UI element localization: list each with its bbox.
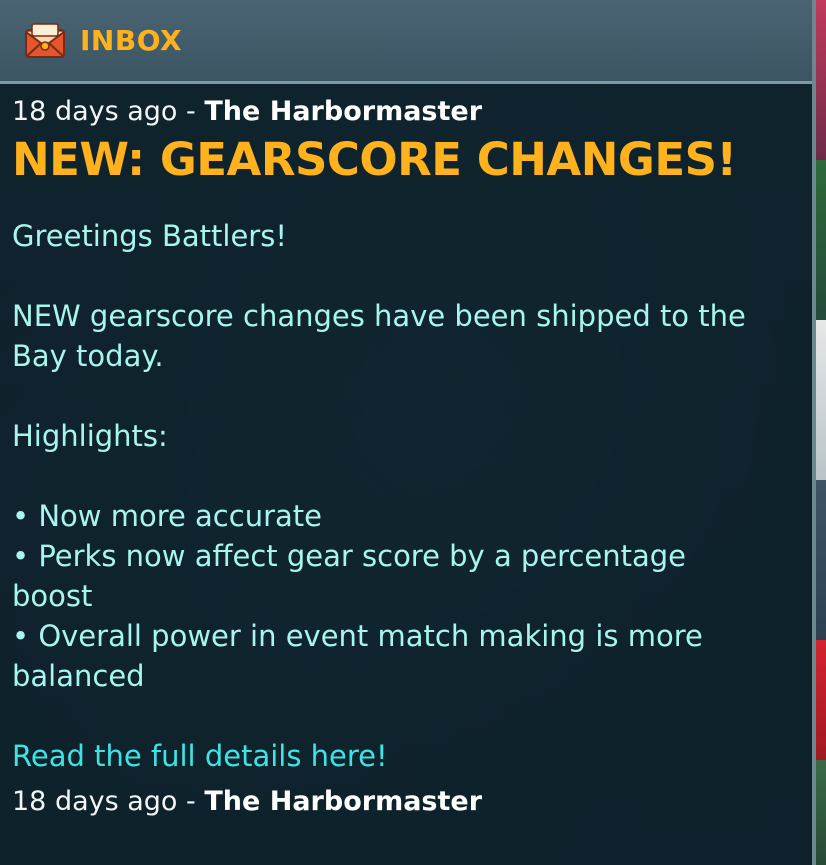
- message-headline: NEW: GEARSCORE CHANGES!: [12, 133, 737, 186]
- message-time: 18 days ago: [12, 786, 178, 817]
- bullet-line: • Overall power in event match making is…: [12, 619, 703, 653]
- meta-separator: -: [177, 786, 205, 817]
- bullet-line: • Perks now affect gear score by a perce…: [12, 539, 687, 573]
- envelope-icon: [24, 22, 66, 60]
- meta-separator: -: [177, 96, 205, 127]
- message-time: 18 days ago: [12, 96, 178, 127]
- next-message-meta[interactable]: 18 days ago - The Harbormaster: [12, 784, 812, 820]
- game-screen: INBOX 18 days ago - The Harbormaster NEW…: [0, 0, 826, 865]
- inbox-title: INBOX: [80, 24, 183, 57]
- bullet-line: boost: [12, 579, 93, 613]
- intro-text-line-1: NEW gearscore changes have been shipped …: [12, 299, 746, 333]
- highlights-label: Highlights:: [12, 419, 168, 453]
- message-body: Greetings Battlers! NEW gearscore change…: [12, 216, 812, 696]
- message-meta: 18 days ago - The Harbormaster: [12, 94, 812, 130]
- message-sender: The Harbormaster: [204, 786, 483, 817]
- bullet-line: • Now more accurate: [12, 499, 322, 533]
- inbox-header: INBOX: [0, 0, 812, 84]
- message-content: 18 days ago - The Harbormaster NEW: GEAR…: [0, 84, 812, 820]
- inbox-panel: INBOX 18 days ago - The Harbormaster NEW…: [0, 0, 816, 865]
- bullet-line: balanced: [12, 659, 145, 693]
- full-details-link[interactable]: Read the full details here!: [12, 736, 812, 776]
- greeting-text: Greetings Battlers!: [12, 219, 287, 253]
- message-sender: The Harbormaster: [204, 96, 483, 127]
- intro-text-line-2: Bay today.: [12, 339, 164, 373]
